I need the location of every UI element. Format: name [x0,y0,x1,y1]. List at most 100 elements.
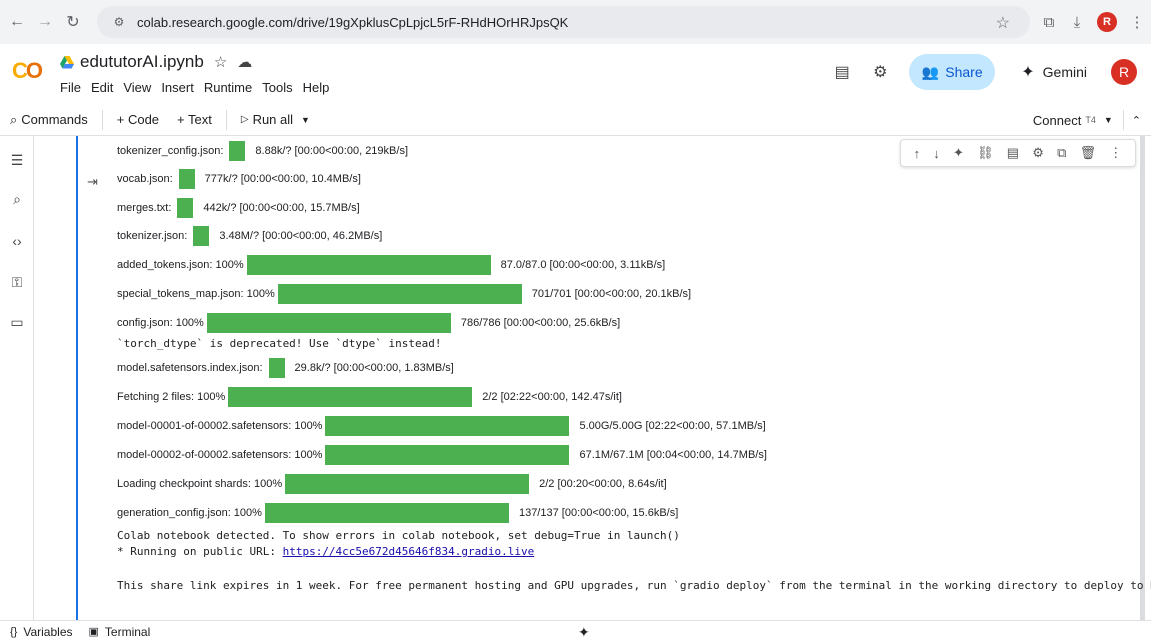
progress-stats: 786/786 [00:00<00:00, 25.6kB/s] [460,317,621,329]
progress-bar [193,226,210,246]
mirror-cell-icon[interactable]: ⧉ [1057,145,1066,161]
code-snippets-icon[interactable]: ‹› [8,233,26,251]
progress-label: model-00002-of-00002.safetensors: 100% [117,449,323,461]
url-text: colab.research.google.com/drive/19gXpklu… [137,14,569,30]
output-toggle-icon[interactable]: ⇥ [87,174,98,190]
share-button[interactable]: 👥 Share [909,54,996,90]
account-avatar[interactable]: R [1111,59,1137,85]
output-progress-line: Loading checkpoint shards: 100% 2/2 [00:… [117,474,667,494]
output-progress-line: merges.txt: 442k/? [00:00<00:00, 15.7MB/… [117,198,360,218]
drive-icon [60,55,74,68]
progress-bar [277,284,522,304]
comments-icon[interactable]: ▤ [823,62,861,82]
download-icon[interactable]: ⤓ [1063,14,1091,31]
run-all-button[interactable]: ▷ Run all ▼ [237,112,314,127]
menu-help[interactable]: Help [303,80,330,95]
gemini-label: Gemini [1042,64,1087,80]
notebook-toolbar: ⌕ Commands + Code + Text ▷ Run all ▼ Con… [0,104,1151,136]
bookmark-star-icon[interactable]: ☆ [996,13,1010,33]
collapse-chevron-icon[interactable]: ⌃ [1132,114,1141,127]
output-progress-line: model-00002-of-00002.safetensors: 100% 6… [117,445,767,465]
scrollbar[interactable] [1140,136,1145,620]
reload-icon[interactable]: ↻ [62,11,84,33]
commands-button[interactable]: ⌕ Commands [6,112,92,128]
secrets-key-icon[interactable]: ⚿ [8,274,26,292]
forward-icon[interactable]: → [34,11,56,33]
add-code-button[interactable]: + Code [113,112,163,127]
toolbar-divider [101,109,103,130]
variables-label: Variables [23,624,73,639]
extensions-icon[interactable]: ⧉ [1035,14,1063,31]
comment-icon[interactable]: ▤ [1007,145,1019,161]
progress-label: config.json: 100% [117,317,204,329]
progress-stats: 2/2 [00:20<00:00, 8.64s/it] [539,478,667,490]
progress-stats: 777k/? [00:00<00:00, 10.4MB/s] [204,173,361,185]
drive-cloud-icon[interactable]: ☁ [237,53,252,71]
progress-label: model-00001-of-00002.safetensors: 100% [117,420,323,432]
active-cell-indicator [76,136,78,620]
progress-label: model.safetensors.index.json: [117,362,263,374]
colab-header: CO edututorAI.ipynb ☆ ☁ File Edit View I… [0,44,1151,104]
progress-label: tokenizer_config.json: [117,145,224,157]
browser-avatar[interactable]: R [1097,12,1117,32]
star-icon[interactable]: ☆ [214,53,227,71]
colab-logo[interactable]: CO [12,58,48,84]
notebook-title-row: edututorAI.ipynb ☆ ☁ [60,52,252,72]
terminal-button[interactable]: ▣ Terminal [89,625,151,639]
site-info-icon[interactable]: ⚙ [111,14,127,30]
progress-bar [325,445,570,465]
output-progress-line: special_tokens_map.json: 100% 701/701 [0… [117,284,691,304]
browser-menu-icon[interactable]: ⋮ [1123,13,1151,31]
variables-button[interactable]: {} Variables [10,625,73,639]
toolbar-divider [1122,110,1124,130]
notebook-name[interactable]: edututorAI.ipynb [80,52,204,72]
link-icon[interactable]: ⛓ [977,145,994,161]
move-up-icon[interactable]: ↑ [914,146,921,161]
terminal-label: Terminal [104,624,151,639]
progress-bar [177,198,194,218]
menu-tools[interactable]: Tools [262,80,292,95]
menu-view[interactable]: View [123,80,151,95]
cell-settings-icon[interactable]: ⚙ [1032,145,1044,161]
more-icon[interactable]: ⋮ [1109,145,1122,161]
menu-bar: File Edit View Insert Runtime Tools Help [60,80,339,95]
add-code-label: + Code [116,112,160,127]
public-url-link[interactable]: https://4cc5e672d45646f834.gradio.live [283,545,535,558]
output-progress-line: Fetching 2 files: 100% 2/2 [02:22<00:00,… [117,387,622,407]
chevron-down-icon[interactable]: ▼ [301,115,310,125]
gemini-cell-icon[interactable]: ✦ [953,145,964,161]
back-icon[interactable]: ← [6,11,28,33]
gemini-button[interactable]: ✦ Gemini [1005,54,1103,90]
progress-bar [228,387,473,407]
public-url-prefix: * Running on public URL: [117,545,283,558]
progress-label: Fetching 2 files: 100% [117,391,226,403]
browser-bar: ← → ↻ ⚙ colab.research.google.com/drive/… [0,0,1151,44]
add-text-button[interactable]: + Text [173,112,216,127]
output-progress-line: tokenizer_config.json: 8.88k/? [00:00<00… [117,141,408,161]
menu-edit[interactable]: Edit [91,80,113,95]
gemini-sparkle-icon[interactable]: ✦ [578,624,590,641]
variables-braces-icon: {} [10,625,18,638]
table-of-contents-icon[interactable]: ☰ [8,152,26,170]
connect-chevron-icon[interactable]: ▼ [1104,115,1113,125]
files-folder-icon[interactable]: ▭ [8,314,26,332]
menu-insert[interactable]: Insert [161,80,194,95]
connect-button[interactable]: Connect [1033,113,1081,128]
commands-label: Commands [21,112,88,127]
delete-icon[interactable]: 🗑 [1080,145,1097,161]
move-down-icon[interactable]: ↓ [933,146,940,161]
progress-label: merges.txt: [117,202,172,214]
menu-runtime[interactable]: Runtime [204,80,252,95]
progress-stats: 5.00G/5.00G [02:22<00:00, 57.1MB/s] [579,420,766,432]
progress-stats: 29.8k/? [00:00<00:00, 1.83MB/s] [294,362,454,374]
progress-label: special_tokens_map.json: 100% [117,288,275,300]
progress-bar [264,503,509,523]
progress-label: added_tokens.json: 100% [117,259,244,271]
gemini-sparkle-icon: ✦ [1021,64,1035,81]
progress-bar [206,313,451,333]
progress-bar [178,169,195,189]
menu-file[interactable]: File [60,80,81,95]
find-icon[interactable]: ⌕ [8,191,26,209]
settings-gear-icon[interactable]: ⚙ [861,62,899,82]
address-bar[interactable]: ⚙ colab.research.google.com/drive/19gXpk… [97,6,1030,38]
